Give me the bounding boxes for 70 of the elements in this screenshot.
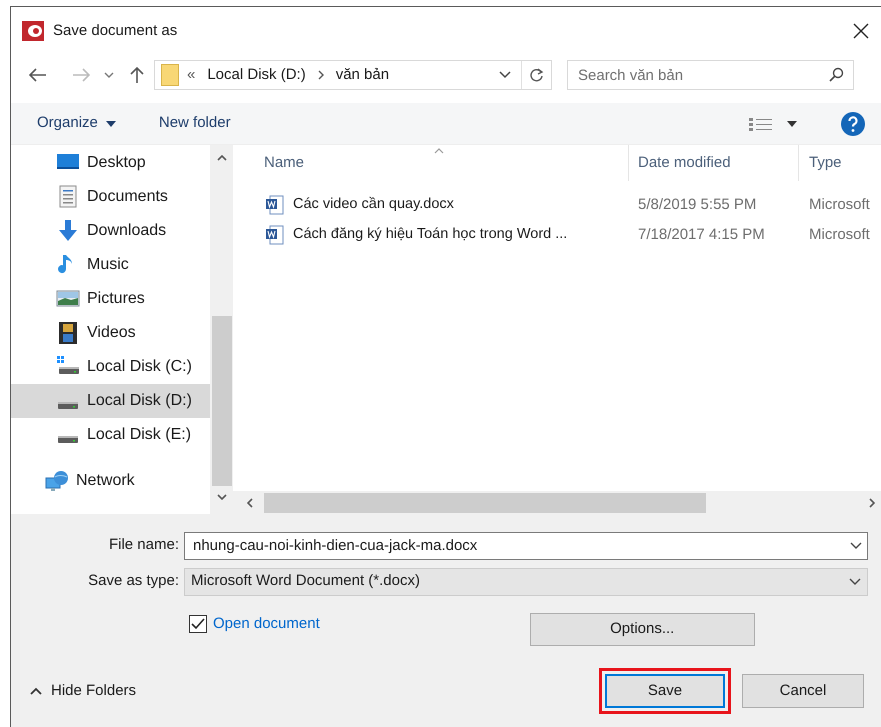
caret-up-icon (30, 687, 42, 695)
sidebar-item[interactable]: Music (11, 248, 210, 282)
save-as-type-label: Save as type: (87, 571, 180, 592)
folder-icon (161, 64, 179, 86)
file-name-label: File name: (108, 535, 180, 556)
sidebar-item[interactable]: Documents (11, 180, 210, 214)
film-strip-icon (56, 321, 80, 345)
scrollbar[interactable] (210, 145, 233, 514)
sidebar-item[interactable]: Local Disk (E:) (11, 418, 210, 452)
dropdown-caret-icon (106, 120, 116, 126)
window-title: Save document as (53, 20, 178, 41)
sidebar-item[interactable]: Pictures (11, 282, 210, 316)
download-arrow-icon (56, 219, 80, 243)
chevron-down-icon[interactable] (499, 71, 511, 79)
search-field[interactable]: Search văn bản (567, 60, 854, 90)
organize-menu[interactable]: Organize (37, 112, 116, 135)
refresh-icon[interactable] (529, 68, 544, 82)
date-cell-text: 5/8/2019 5:55 PM (637, 194, 758, 215)
type-cell-text: Microsoft (808, 194, 870, 215)
file-name-field[interactable]: nhung-cau-noi-kinh-dien-cua-jack-ma.docx (184, 532, 868, 560)
close-icon[interactable] (853, 23, 869, 39)
hide-folders-button[interactable]: Hide Folders (30, 680, 136, 702)
breadcrumb-item[interactable]: Local Disk (D:) (207, 64, 306, 86)
options-button[interactable]: Options... (530, 613, 755, 646)
file-name-cell[interactable]: Các video cần quay.docx (293, 194, 454, 216)
checkbox[interactable] (189, 615, 207, 633)
scroll-down-icon[interactable] (216, 494, 226, 500)
dropdown-caret-icon[interactable] (787, 120, 797, 126)
sidebar-item[interactable]: Downloads (11, 214, 210, 248)
save-as-type-dropdown[interactable]: Microsoft Word Document (*.docx) (184, 568, 868, 596)
sidebar-item[interactable]: Local Disk (C:) (11, 350, 210, 384)
save-button[interactable]: Save (605, 674, 725, 708)
column-header[interactable]: Type (798, 145, 881, 181)
view-options-icon[interactable] (749, 116, 773, 132)
chevron-down-icon[interactable] (850, 542, 862, 550)
scroll-left-icon[interactable] (247, 498, 253, 508)
scroll-thumb[interactable] (212, 316, 232, 486)
chevron-down-icon[interactable] (104, 72, 114, 78)
scroll-up-icon[interactable] (216, 155, 226, 161)
scroll-right-icon[interactable] (869, 498, 875, 508)
sidebar-item[interactable]: Desktop (11, 146, 210, 180)
sidebar-item[interactable]: Network (11, 464, 210, 498)
globe-computer-icon (45, 469, 69, 493)
search-icon[interactable] (829, 67, 844, 82)
date-cell-text: 7/18/2017 4:15 PM (637, 224, 766, 245)
back-arrow-icon[interactable] (29, 68, 47, 82)
word-document-icon (265, 225, 285, 245)
horizontal-scrollbar[interactable] (233, 491, 881, 514)
type-cell-text: Microsoft (808, 224, 870, 245)
drive-icon (58, 436, 78, 442)
breadcrumb-item[interactable]: văn bản (336, 64, 390, 86)
sidebar-item[interactable]: Videos (11, 316, 210, 350)
scroll-thumb[interactable] (264, 492, 706, 512)
chevron-down-icon[interactable] (849, 578, 861, 586)
column-header[interactable]: Name (233, 145, 628, 181)
help-icon[interactable] (841, 112, 865, 136)
column-header[interactable]: Date modified (628, 145, 798, 181)
address-bar[interactable]: « Local Disk (D:) văn bản (154, 60, 552, 90)
up-arrow-icon[interactable] (130, 66, 144, 84)
word-document-icon (265, 195, 285, 215)
overflow-chevron[interactable]: « (187, 64, 196, 86)
chevron-right-icon[interactable] (318, 70, 324, 80)
open-document-link[interactable]: Open document (213, 613, 320, 636)
sidebar-item[interactable]: Local Disk (D:) (11, 384, 210, 418)
app-icon (22, 21, 44, 41)
cancel-button[interactable]: Cancel (742, 674, 864, 708)
file-name-cell[interactable]: Cách đăng ký hiệu Toán học trong Word ... (293, 224, 568, 246)
drive-icon (58, 402, 78, 408)
new-folder-button[interactable]: New folder (158, 112, 231, 135)
sort-caret-icon (434, 148, 444, 154)
